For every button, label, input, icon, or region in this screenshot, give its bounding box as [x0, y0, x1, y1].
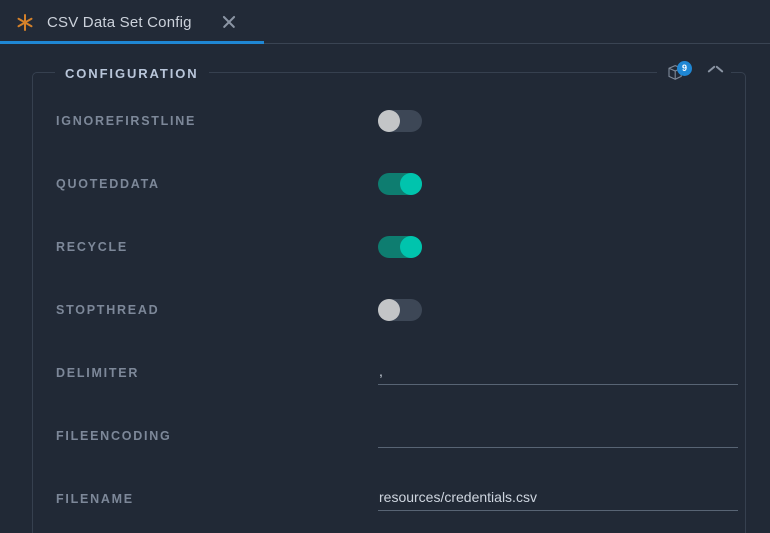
configuration-panel: CONFIGURATION 9 IGNOREFIRSTLINE QUOTEDDA… [0, 44, 770, 533]
field-row-fileencoding: fileEncoding [33, 404, 745, 467]
field-control-recycle [378, 235, 745, 258]
field-control-fileencoding [378, 423, 745, 448]
toggle-recycle[interactable] [378, 235, 422, 258]
field-control-delimiter [378, 360, 745, 385]
tab-bar: CSV Data Set Config [0, 0, 770, 44]
fieldset-legend: CONFIGURATION [55, 65, 209, 81]
chevron-up-icon[interactable] [706, 65, 724, 80]
field-label-delimiter: delimiter [56, 365, 140, 380]
configuration-fieldset: CONFIGURATION 9 IGNOREFIRSTLINE QUOTEDDA… [32, 61, 746, 533]
field-row-filename: filename [33, 467, 745, 530]
filename-input[interactable] [378, 486, 738, 511]
close-icon[interactable] [219, 12, 239, 32]
field-label-ignorefirstline: ignoreFirstLine [56, 113, 197, 128]
field-control-filename [378, 486, 745, 511]
field-label-filename: filename [56, 491, 134, 506]
field-label-recycle: recycle [56, 239, 128, 254]
delimiter-input[interactable] [378, 360, 738, 385]
fieldset-legend-row: CONFIGURATION [33, 63, 745, 83]
field-control-quoteddata [378, 172, 745, 195]
toggle-ignorefirstline[interactable] [378, 109, 422, 132]
panel-badge-wrap[interactable]: 9 [657, 61, 697, 84]
badge-count: 9 [677, 61, 692, 76]
field-row-stopthread: stopThread [33, 278, 745, 341]
panel-tools: 9 [657, 61, 731, 84]
asterisk-icon [17, 13, 33, 31]
toggle-quoteddata[interactable] [378, 172, 422, 195]
field-control-stopthread [378, 298, 745, 321]
fileencoding-input[interactable] [378, 423, 738, 448]
tab-csv-data-set-config[interactable]: CSV Data Set Config [0, 0, 264, 44]
field-row-delimiter: delimiter [33, 341, 745, 404]
fieldset-legend-label: CONFIGURATION [65, 65, 199, 81]
field-label-stopthread: stopThread [56, 302, 160, 317]
field-row-recycle: recycle [33, 215, 745, 278]
toggle-stopthread[interactable] [378, 298, 422, 321]
field-control-ignorefirstline [378, 109, 745, 132]
toggle-knob [378, 109, 400, 132]
toggle-knob [400, 235, 422, 258]
field-row-quoteddata: quotedData [33, 152, 745, 215]
tab-title: CSV Data Set Config [47, 13, 192, 31]
tab-active-indicator [0, 41, 264, 44]
field-label-quoteddata: quotedData [56, 176, 160, 191]
field-rows: ignoreFirstLine quotedData recycle [33, 89, 745, 530]
toggle-knob [378, 298, 400, 321]
field-label-fileencoding: fileEncoding [56, 428, 172, 443]
toggle-knob [400, 172, 422, 195]
cube-icon[interactable]: 9 [666, 61, 692, 82]
collapse-button-wrap[interactable] [697, 62, 731, 84]
field-row-ignorefirstline: ignoreFirstLine [33, 89, 745, 152]
